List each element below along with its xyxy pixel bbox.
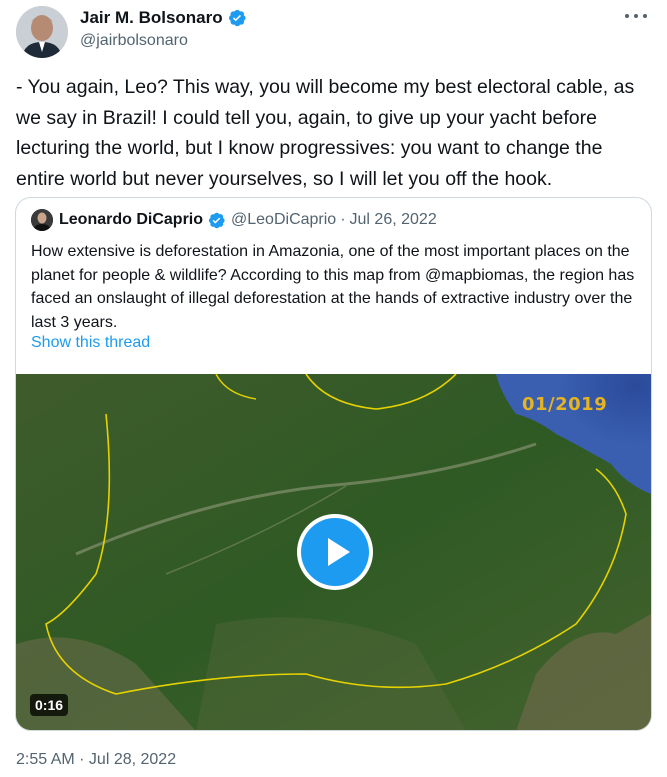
tweet-timestamp[interactable]: 2:55 AM · Jul 28, 2022 xyxy=(16,751,176,769)
quoted-author-name[interactable]: Leonardo DiCaprio xyxy=(59,211,203,229)
video-overlay-date: 01/2019 xyxy=(522,394,608,415)
meta-separator: · xyxy=(340,211,346,228)
quoted-tweet-text: How extensive is deforestation in Amazon… xyxy=(31,243,635,331)
verified-badge-icon xyxy=(228,9,246,27)
quoted-tweet-header: Leonardo DiCaprio @LeoDiCaprio · Jul 26,… xyxy=(31,209,437,231)
author-handle[interactable]: @jairbolsonaro xyxy=(80,32,247,50)
play-icon xyxy=(328,538,350,566)
play-button[interactable] xyxy=(297,514,373,590)
tweet-text: - You again, Leo? This way, you will bec… xyxy=(16,76,635,190)
author-avatar[interactable] xyxy=(16,6,68,58)
verified-badge-icon xyxy=(208,212,225,228)
more-options-icon[interactable] xyxy=(625,8,647,24)
quoted-author-handle[interactable]: @LeoDiCaprio xyxy=(231,211,336,229)
video-duration: 0:16 xyxy=(30,694,69,716)
quoted-author-avatar[interactable] xyxy=(31,209,53,231)
tweet-author[interactable]: Jair M. Bolsonaro @jairbolsonaro xyxy=(80,6,247,50)
quoted-date[interactable]: Jul 26, 2022 xyxy=(350,211,437,229)
author-name[interactable]: Jair M. Bolsonaro xyxy=(80,8,223,28)
show-thread-link[interactable]: Show this thread xyxy=(31,334,150,352)
quoted-tweet[interactable]: Leonardo DiCaprio @LeoDiCaprio · Jul 26,… xyxy=(15,197,652,731)
video-player[interactable]: 01/2019 0:16 xyxy=(16,374,651,730)
